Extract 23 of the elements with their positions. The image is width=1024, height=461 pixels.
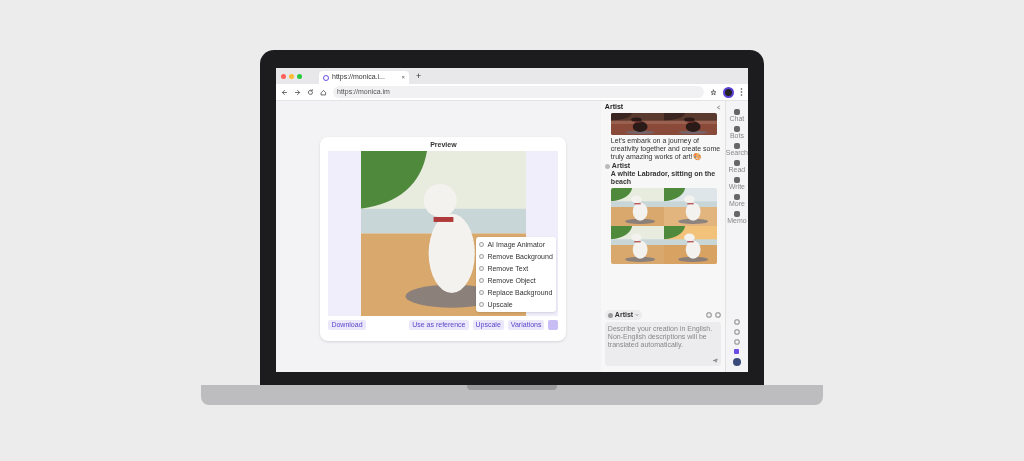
app-icon[interactable] [734, 349, 740, 354]
new-tab-button[interactable]: + [416, 71, 422, 81]
home-icon[interactable] [320, 88, 327, 96]
bot-avatar-icon [604, 163, 610, 169]
close-window-icon[interactable] [281, 73, 286, 79]
bot-avatar-icon [607, 312, 613, 318]
back-icon[interactable] [281, 88, 288, 96]
rail-icon [733, 211, 740, 217]
menu-icon[interactable] [740, 88, 743, 96]
forward-icon[interactable] [294, 88, 301, 96]
bookmark-star-icon[interactable] [710, 88, 717, 96]
extension-face-icon[interactable] [723, 86, 734, 98]
rail-icon [733, 160, 740, 166]
rail-icon [733, 194, 740, 200]
rail-icon [733, 177, 740, 183]
send-icon[interactable] [712, 358, 718, 363]
share-icon[interactable] [715, 104, 721, 110]
reload-icon[interactable] [307, 88, 314, 96]
rail-icon [733, 126, 740, 132]
user-avatar[interactable] [732, 358, 741, 366]
caret-icon [635, 313, 640, 317]
rail-icon [733, 109, 740, 115]
rail-icon [733, 143, 740, 149]
